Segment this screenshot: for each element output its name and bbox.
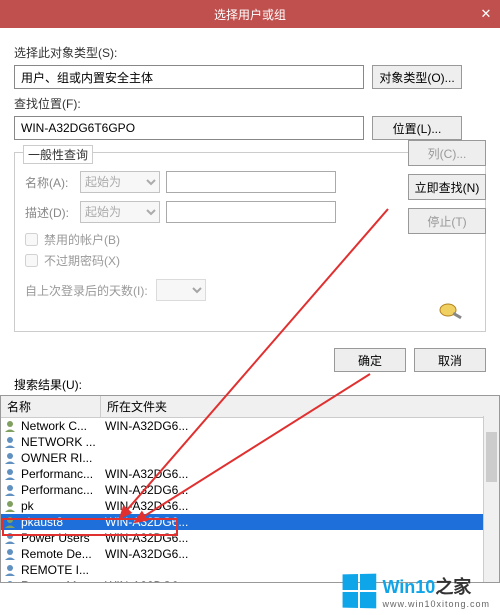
row-folder: WIN-A32DG6... [101,547,499,561]
object-type-label: 选择此对象类型(S): [14,44,486,61]
row-name: Remote De... [21,547,101,561]
locations-button[interactable]: 位置(L)... [372,116,462,140]
location-label: 查找位置(F): [14,95,486,112]
col-name-header[interactable]: 名称 [1,396,101,417]
row-name: pkaust8 [21,515,101,529]
close-button[interactable]: ✕ [472,0,500,28]
desc-match-select[interactable]: 起始为 [80,201,160,223]
name-match-select[interactable]: 起始为 [80,171,160,193]
row-folder: WIN-A32DG6... [101,531,499,545]
no-expire-checkbox[interactable] [25,254,38,267]
row-folder: WIN-A32DG6... [101,483,499,497]
row-name: Remote M... [21,579,101,583]
row-folder: WIN-A32DG6... [101,467,499,481]
row-name: REMOTE I... [21,563,101,577]
name-label: 名称(A): [25,174,80,191]
disabled-accounts-checkbox[interactable] [25,233,38,246]
user-icon [3,531,19,545]
desc-input[interactable] [166,201,336,223]
common-query-tab[interactable]: 一般性查询 [23,145,93,164]
columns-button[interactable]: 列(C)... [408,140,486,166]
object-types-button[interactable]: 对象类型(O)... [372,65,462,89]
user-icon [3,435,19,449]
table-row[interactable]: NETWORK ... [1,434,499,450]
user-icon [3,499,19,513]
results-list: 名称 所在文件夹 Network C...WIN-A32DG6...NETWOR… [0,395,500,583]
row-name: Network C... [21,419,101,433]
user-icon [3,515,19,529]
windows-logo-icon [343,574,377,609]
results-header: 名称 所在文件夹 [1,396,499,418]
location-input[interactable] [14,116,364,140]
titlebar: 选择用户或组 ✕ [0,0,500,28]
footer-buttons: 确定 取消 [14,348,486,372]
row-name: pk [21,499,101,513]
cancel-button[interactable]: 取消 [414,348,486,372]
row-name: OWNER RI... [21,451,101,465]
table-row[interactable]: pkWIN-A32DG6... [1,498,499,514]
row-folder: WIN-A32DG6... [101,419,499,433]
table-row[interactable]: pkaust8WIN-A32DG6... [1,514,499,530]
table-row[interactable]: Network C...WIN-A32DG6... [1,418,499,434]
disabled-accounts-label: 禁用的帐户(B) [44,231,120,248]
row-name: Performanc... [21,483,101,497]
user-icon [3,579,19,583]
days-since-select[interactable] [156,279,206,301]
stop-button[interactable]: 停止(T) [408,208,486,234]
scrollbar[interactable] [483,416,499,582]
dialog-title: 选择用户或组 [0,6,500,23]
user-icon [3,451,19,465]
object-type-input[interactable] [14,65,364,89]
side-buttons: 列(C)... 立即查找(N) 停止(T) [408,140,486,234]
table-row[interactable]: Remote De...WIN-A32DG6... [1,546,499,562]
find-now-button[interactable]: 立即查找(N) [408,174,486,200]
user-icon [3,563,19,577]
desc-label: 描述(D): [25,204,80,221]
row-name: Power Users [21,531,101,545]
user-icon [3,467,19,481]
user-icon [3,483,19,497]
user-icon [3,419,19,433]
name-input[interactable] [166,171,336,193]
watermark: Win10之家 www.win10xitong.com [342,573,490,609]
scroll-thumb[interactable] [486,432,497,482]
row-folder: WIN-A32DG6... [101,515,499,529]
table-row[interactable]: Power UsersWIN-A32DG6... [1,530,499,546]
col-folder-header[interactable]: 所在文件夹 [101,396,499,417]
ok-button[interactable]: 确定 [334,348,406,372]
days-since-label: 自上次登录后的天数(I): [25,282,148,299]
results-label: 搜索结果(U): [14,376,486,393]
row-name: NETWORK ... [21,435,101,449]
row-name: Performanc... [21,467,101,481]
row-folder: WIN-A32DG6... [101,499,499,513]
table-row[interactable]: OWNER RI... [1,450,499,466]
table-row[interactable]: Performanc...WIN-A32DG6... [1,482,499,498]
no-expire-label: 不过期密码(X) [44,252,120,269]
user-icon [3,547,19,561]
table-row[interactable]: Performanc...WIN-A32DG6... [1,466,499,482]
close-icon: ✕ [481,6,492,22]
search-icon [437,299,465,321]
